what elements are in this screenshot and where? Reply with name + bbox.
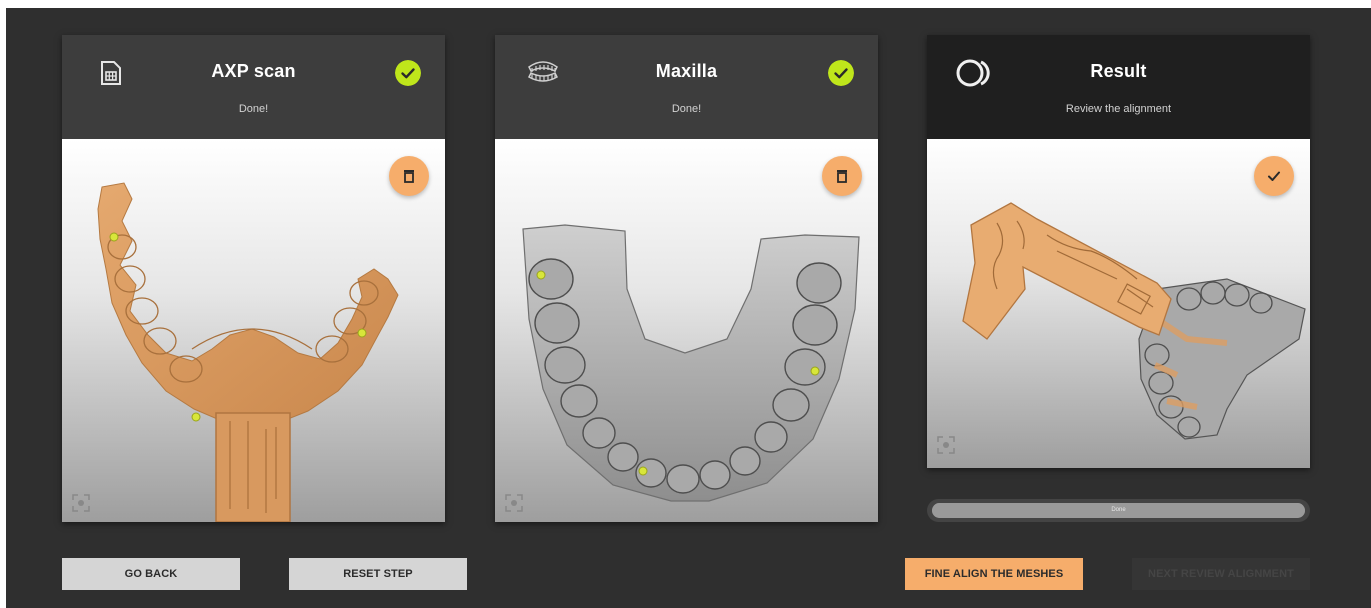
recenter-view-icon[interactable] (72, 494, 90, 512)
recenter-view-icon[interactable] (937, 436, 955, 454)
app-window: AXP scan Done! Maxilla Done! Result Revi… (6, 8, 1371, 608)
progress-label: Done (1111, 507, 1126, 513)
next-review-alignment-button[interactable]: NEXT REVIEW ALIGNMENT (1132, 558, 1310, 590)
card-status: Review the alignment (1065, 103, 1172, 115)
card-title: AXP scan (211, 61, 296, 81)
card-maxilla: Maxilla Done! (495, 35, 878, 522)
delete-maxilla-button[interactable] (822, 156, 862, 196)
check-circle-icon (828, 60, 854, 86)
alignment-progress-bar: Done (927, 499, 1310, 522)
card-header: Maxilla Done! (495, 35, 878, 139)
3d-viewport-maxilla[interactable] (495, 139, 878, 522)
card-result: Result Review the alignment (927, 35, 1310, 468)
check-circle-icon (395, 60, 421, 86)
go-back-button[interactable]: GO BACK (62, 558, 240, 590)
card-status: Done! (671, 103, 702, 115)
trash-icon (837, 170, 847, 183)
check-icon (1268, 171, 1280, 181)
delete-scan-button[interactable] (389, 156, 429, 196)
fine-align-button[interactable]: FINE ALIGN THE MESHES (905, 558, 1083, 590)
progress-track: Done (932, 503, 1305, 518)
axp-scan-mesh[interactable] (62, 139, 445, 522)
card-axp-scan: AXP scan Done! (62, 35, 445, 522)
3d-viewport-axp[interactable] (62, 139, 445, 522)
card-title: Result (1090, 61, 1147, 81)
reset-step-button[interactable]: RESET STEP (289, 558, 467, 590)
3d-viewport-result[interactable] (927, 139, 1310, 468)
maxilla-mesh[interactable] (495, 139, 878, 522)
card-header: Result Review the alignment (927, 35, 1310, 139)
trash-icon (404, 170, 414, 183)
card-header: AXP scan Done! (62, 35, 445, 139)
card-status: Done! (238, 103, 269, 115)
card-title: Maxilla (655, 61, 718, 81)
aligned-meshes[interactable] (927, 139, 1310, 468)
recenter-view-icon[interactable] (505, 494, 523, 512)
confirm-alignment-button[interactable] (1254, 156, 1294, 196)
